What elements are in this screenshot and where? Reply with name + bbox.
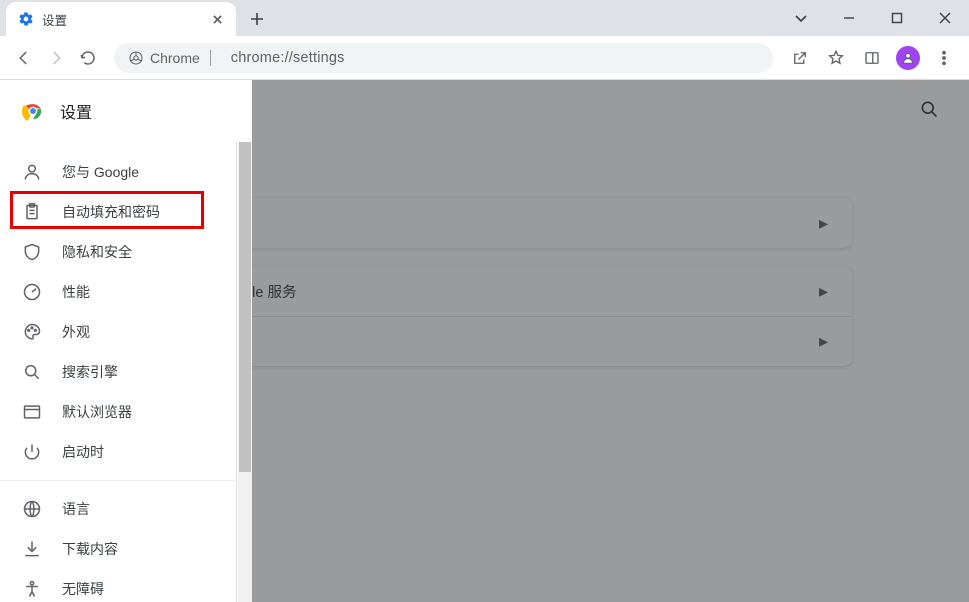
sidebar-scrollbar[interactable] bbox=[236, 142, 252, 602]
minimize-button[interactable] bbox=[825, 0, 873, 36]
close-icon[interactable] bbox=[208, 10, 226, 28]
person-icon bbox=[22, 162, 42, 182]
search-icon bbox=[22, 362, 42, 382]
sidebar-nav: 您与 Google 自动填充和密码 隐私和安全 性能 外观 bbox=[0, 142, 252, 602]
browser-toolbar: Chrome chrome://settings bbox=[0, 36, 969, 80]
browser-tab[interactable]: 设置 bbox=[6, 2, 236, 36]
avatar-icon bbox=[896, 46, 920, 70]
dim-overlay bbox=[252, 80, 969, 602]
bookmark-star-icon[interactable] bbox=[819, 41, 853, 75]
window-titlebar: 设置 bbox=[0, 0, 969, 36]
gauge-icon bbox=[22, 282, 42, 302]
forward-button[interactable] bbox=[40, 42, 72, 74]
sidebar-item-languages[interactable]: 语言 bbox=[0, 489, 252, 529]
globe-icon bbox=[22, 499, 42, 519]
sidebar-item-performance[interactable]: 性能 bbox=[0, 272, 252, 312]
sidebar-item-startup[interactable]: 启动时 bbox=[0, 432, 252, 472]
sidebar-item-label: 语言 bbox=[62, 499, 90, 519]
maximize-button[interactable] bbox=[873, 0, 921, 36]
sidebar-title: 设置 bbox=[60, 99, 92, 123]
tab-title: 设置 bbox=[42, 10, 202, 29]
accessibility-icon bbox=[22, 579, 42, 599]
scrollbar-thumb[interactable] bbox=[239, 142, 251, 472]
sidebar-header: 设置 bbox=[0, 80, 252, 142]
sidebar-item-autofill[interactable]: 自动填充和密码 bbox=[0, 192, 252, 232]
sidebar-item-you-and-google[interactable]: 您与 Google bbox=[0, 152, 252, 192]
sidebar-item-label: 性能 bbox=[62, 282, 90, 302]
side-panel-icon[interactable] bbox=[855, 41, 889, 75]
sidebar-item-accessibility[interactable]: 无障碍 bbox=[0, 569, 252, 602]
new-tab-button[interactable] bbox=[242, 4, 272, 34]
tab-dropdown-button[interactable] bbox=[777, 0, 825, 36]
clipboard-icon bbox=[22, 202, 42, 222]
window-controls bbox=[825, 0, 969, 36]
back-button[interactable] bbox=[8, 42, 40, 74]
sidebar-item-label: 下载内容 bbox=[62, 539, 118, 559]
sidebar-item-label: 自动填充和密码 bbox=[62, 202, 160, 222]
sidebar-item-privacy[interactable]: 隐私和安全 bbox=[0, 232, 252, 272]
profile-avatar[interactable] bbox=[891, 41, 925, 75]
close-window-button[interactable] bbox=[921, 0, 969, 36]
sidebar-item-label: 启动时 bbox=[62, 442, 104, 462]
sidebar-item-label: 默认浏览器 bbox=[62, 402, 132, 422]
omnibox-url: chrome://settings bbox=[231, 50, 345, 66]
chrome-chip: Chrome bbox=[128, 50, 221, 66]
reload-button[interactable] bbox=[72, 42, 104, 74]
power-icon bbox=[22, 442, 42, 462]
settings-sidebar: 设置 您与 Google 自动填充和密码 隐私和安全 性能 bbox=[0, 80, 252, 602]
sidebar-item-label: 无障碍 bbox=[62, 579, 104, 599]
sidebar-item-search-engine[interactable]: 搜索引擎 bbox=[0, 352, 252, 392]
browser-icon bbox=[22, 402, 42, 422]
palette-icon bbox=[22, 322, 42, 342]
sidebar-item-appearance[interactable]: 外观 bbox=[0, 312, 252, 352]
content-area: 设置 您与 Google 自动填充和密码 隐私和安全 性能 bbox=[0, 80, 969, 602]
sidebar-item-default-browser[interactable]: 默认浏览器 bbox=[0, 392, 252, 432]
gear-icon bbox=[18, 11, 34, 27]
settings-main-pane: ▸ ogle 服务 ▸ ▸ bbox=[252, 80, 969, 602]
kebab-menu-icon[interactable] bbox=[927, 41, 961, 75]
sidebar-item-label: 您与 Google bbox=[62, 162, 139, 182]
sidebar-separator bbox=[0, 480, 252, 481]
sidebar-item-label: 搜索引擎 bbox=[62, 362, 118, 382]
sidebar-item-downloads[interactable]: 下载内容 bbox=[0, 529, 252, 569]
download-icon bbox=[22, 539, 42, 559]
sidebar-item-label: 外观 bbox=[62, 322, 90, 342]
chrome-logo-icon bbox=[22, 100, 44, 122]
share-icon[interactable] bbox=[783, 41, 817, 75]
chrome-chip-label: Chrome bbox=[150, 50, 200, 66]
shield-icon bbox=[22, 242, 42, 262]
sidebar-item-label: 隐私和安全 bbox=[62, 242, 132, 262]
address-bar[interactable]: Chrome chrome://settings bbox=[114, 43, 773, 73]
